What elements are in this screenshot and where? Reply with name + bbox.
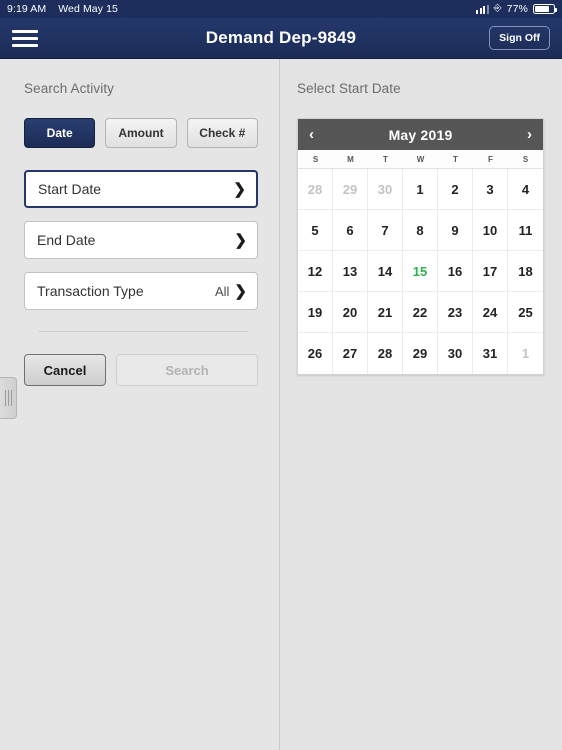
search-activity-heading: Search Activity bbox=[24, 81, 115, 96]
previous-month-icon[interactable]: ‹ bbox=[309, 127, 314, 142]
calendar-day-cell[interactable]: 18 bbox=[508, 251, 543, 292]
status-right-group: ⎆ 77% bbox=[476, 3, 557, 15]
select-start-date-heading: Select Start Date bbox=[297, 81, 401, 96]
calendar-day-cell[interactable]: 12 bbox=[298, 251, 333, 292]
day-header: F bbox=[488, 155, 493, 164]
day-header: M bbox=[347, 155, 354, 164]
cancel-button[interactable]: Cancel bbox=[24, 354, 106, 386]
calendar-day-cell[interactable]: 8 bbox=[403, 210, 438, 251]
calendar-day-cell[interactable]: 5 bbox=[298, 210, 333, 251]
status-bar: 9:19 AM Wed May 15 ⎆ 77% bbox=[0, 0, 562, 18]
calendar-day-cell[interactable]: 25 bbox=[508, 292, 543, 333]
calendar-day-cell[interactable]: 14 bbox=[368, 251, 403, 292]
calendar-day-cell[interactable]: 27 bbox=[333, 333, 368, 374]
calendar-day-cell[interactable]: 13 bbox=[333, 251, 368, 292]
action-button-row: Cancel Search bbox=[24, 354, 258, 386]
chevron-right-icon: ❯ bbox=[233, 180, 246, 198]
calendar-day-cell[interactable]: 16 bbox=[438, 251, 473, 292]
sign-off-button[interactable]: Sign Off bbox=[489, 26, 550, 50]
calendar-day-cell[interactable]: 30 bbox=[438, 333, 473, 374]
calendar-day-cell[interactable]: 26 bbox=[298, 333, 333, 374]
transaction-type-field[interactable]: Transaction Type All ❯ bbox=[24, 272, 258, 310]
calendar-month-label: May 2019 bbox=[388, 126, 453, 143]
day-header: T bbox=[453, 155, 458, 164]
chevron-right-icon: ❯ bbox=[234, 282, 247, 300]
search-type-amount-button[interactable]: Amount bbox=[105, 118, 177, 148]
transaction-type-value: All bbox=[214, 283, 230, 299]
calendar-grid: 28 29 30 1 2 3 4 5 6 7 8 9 10 11 12 13 14 15 16 17 18 19 20 21 2… bbox=[298, 169, 543, 374]
status-time: 9:19 AM bbox=[7, 3, 47, 15]
calendar-day-cell[interactable]: 1 bbox=[508, 333, 543, 374]
end-date-label: End Date bbox=[37, 232, 96, 248]
calendar-day-cell[interactable]: 24 bbox=[473, 292, 508, 333]
search-type-check-number-button[interactable]: Check # bbox=[186, 118, 258, 148]
calendar-day-cell[interactable]: 23 bbox=[438, 292, 473, 333]
calendar-day-cell[interactable]: 11 bbox=[508, 210, 543, 251]
next-month-icon[interactable]: › bbox=[527, 127, 532, 142]
hamburger-menu-icon[interactable] bbox=[12, 26, 38, 51]
day-header: W bbox=[416, 155, 425, 164]
chevron-right-icon: ❯ bbox=[234, 231, 247, 249]
calendar-day-cell[interactable]: 7 bbox=[368, 210, 403, 251]
calendar-day-cell[interactable]: 28 bbox=[368, 333, 403, 374]
start-date-field[interactable]: Start Date ❯ bbox=[24, 170, 258, 208]
drag-handle-icon[interactable] bbox=[0, 377, 17, 419]
day-header: S bbox=[522, 155, 529, 164]
calendar-day-headers: S M T W T F S bbox=[298, 150, 543, 169]
end-date-field[interactable]: End Date ❯ bbox=[24, 221, 258, 259]
calendar-day-cell[interactable]: 30 bbox=[368, 169, 403, 210]
search-button[interactable]: Search bbox=[116, 354, 258, 386]
search-type-date-button[interactable]: Date bbox=[24, 118, 96, 148]
transaction-type-label: Transaction Type bbox=[37, 283, 144, 299]
content-area: Search Activity Date Amount Check # Star… bbox=[0, 59, 562, 750]
signal-bars-icon bbox=[476, 4, 489, 14]
calendar-day-cell[interactable]: 20 bbox=[333, 292, 368, 333]
calendar-day-cell[interactable]: 4 bbox=[508, 169, 543, 210]
app-header: Demand Dep-9849 Sign Off bbox=[0, 18, 562, 59]
select-start-date-panel: Select Start Date ‹ May 2019 › S M T W T… bbox=[280, 59, 562, 750]
status-date: Wed May 15 bbox=[58, 3, 118, 15]
calendar-day-cell[interactable]: 9 bbox=[438, 210, 473, 251]
calendar-day-cell[interactable]: 31 bbox=[473, 333, 508, 374]
calendar-day-cell[interactable]: 6 bbox=[333, 210, 368, 251]
calendar-header: ‹ May 2019 › bbox=[298, 119, 543, 150]
search-type-segmented-control: Date Amount Check # bbox=[24, 118, 258, 148]
start-date-label: Start Date bbox=[38, 181, 102, 197]
battery-percent: 77% bbox=[506, 3, 528, 15]
calendar-day-cell[interactable]: 15 bbox=[403, 251, 438, 292]
calendar-day-cell[interactable]: 3 bbox=[473, 169, 508, 210]
calendar-day-cell[interactable]: 29 bbox=[403, 333, 438, 374]
calendar-day-cell[interactable]: 29 bbox=[333, 169, 368, 210]
page-title: Demand Dep-9849 bbox=[205, 28, 357, 47]
rotation-lock-icon: ⎆ bbox=[493, 3, 502, 14]
calendar-day-cell[interactable]: 2 bbox=[438, 169, 473, 210]
day-header: T bbox=[383, 155, 388, 164]
calendar-day-cell[interactable]: 21 bbox=[368, 292, 403, 333]
calendar-day-cell[interactable]: 28 bbox=[298, 169, 333, 210]
date-picker-calendar: ‹ May 2019 › S M T W T F S 28 29 30 1 2 3 4 5 6 7… bbox=[297, 118, 544, 375]
battery-icon bbox=[533, 4, 557, 14]
day-header: S bbox=[312, 155, 319, 164]
calendar-day-cell[interactable]: 19 bbox=[298, 292, 333, 333]
calendar-day-cell[interactable]: 10 bbox=[473, 210, 508, 251]
search-activity-panel: Search Activity Date Amount Check # Star… bbox=[0, 59, 280, 750]
section-divider bbox=[38, 331, 248, 332]
calendar-day-cell[interactable]: 17 bbox=[473, 251, 508, 292]
calendar-day-cell[interactable]: 22 bbox=[403, 292, 438, 333]
calendar-day-cell[interactable]: 1 bbox=[403, 169, 438, 210]
